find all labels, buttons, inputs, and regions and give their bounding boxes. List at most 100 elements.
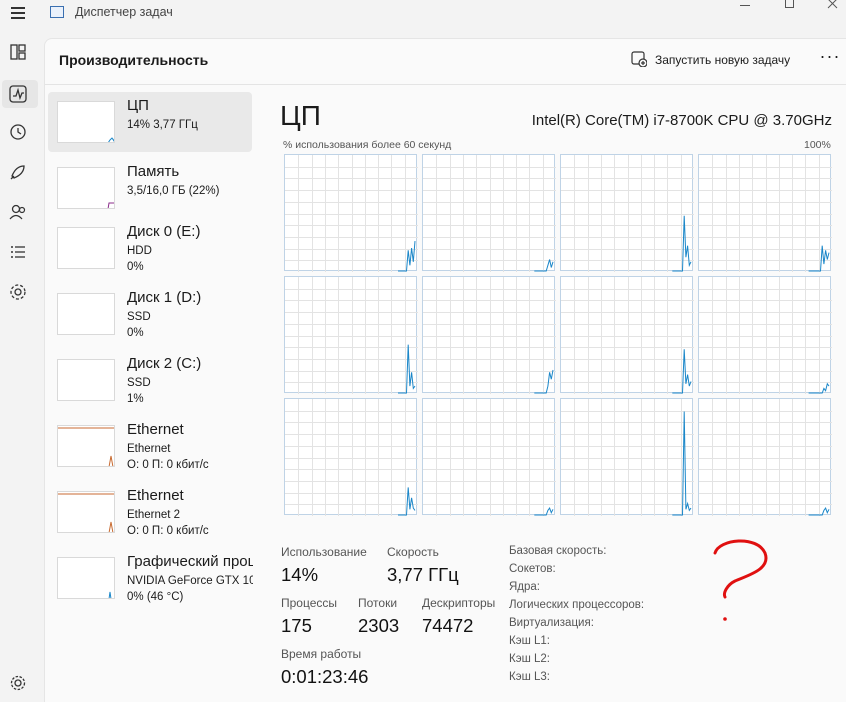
resource-item[interactable]: Диск 2 (C:) SSD 1% xyxy=(48,350,252,410)
threads-value: 2303 xyxy=(358,615,400,636)
cpu-core-graph xyxy=(422,154,556,272)
window-title: Диспетчер задач xyxy=(75,5,173,19)
base-speed-label: Базовая скорость: xyxy=(509,545,607,557)
handles-value: 74472 xyxy=(422,615,474,636)
more-icon: ··· xyxy=(819,46,841,66)
resource-thumbnail-graph xyxy=(57,293,115,335)
nav-users[interactable] xyxy=(8,202,28,222)
resource-name: Ethernet xyxy=(127,421,184,438)
resource-detail: 3,5/16,0 ГБ (22%) xyxy=(127,185,220,197)
speed-value: 3,77 ГГц xyxy=(387,564,459,585)
resource-thumbnail-graph xyxy=(57,557,115,599)
menu-icon[interactable] xyxy=(8,2,30,24)
resource-detail: SSD xyxy=(127,311,151,323)
nav-processes[interactable] xyxy=(8,42,28,62)
page-title: Производительность xyxy=(59,52,209,68)
resource-detail: HDD xyxy=(127,245,152,257)
resource-item[interactable]: Память 3,5/16,0 ГБ (22%) xyxy=(48,158,252,218)
uptime-label: Время работы xyxy=(281,647,362,661)
resource-thumbnail-graph xyxy=(57,491,115,533)
resource-thumbnail-graph xyxy=(57,167,115,209)
speed-label: Скорость xyxy=(387,545,439,559)
minimize-button[interactable] xyxy=(730,0,760,14)
resource-item[interactable]: ЦП 14% 3,77 ГГц xyxy=(48,92,252,152)
cpu-core-graph xyxy=(560,398,694,516)
cpu-core-graph xyxy=(284,398,418,516)
resource-name: ЦП xyxy=(127,97,149,114)
close-button[interactable] xyxy=(818,0,846,14)
nav-performance[interactable] xyxy=(8,84,28,104)
processes-icon xyxy=(10,44,26,60)
l1-cache-label: Кэш L1: xyxy=(509,635,550,647)
threads-label: Потоки xyxy=(358,596,398,610)
resource-detail: 14% 3,77 ГГц xyxy=(127,119,198,131)
resource-value: 0% (46 °C) xyxy=(127,591,184,603)
minimize-icon xyxy=(740,5,750,6)
resource-value: 0% xyxy=(127,327,144,339)
cpu-core-graph xyxy=(560,154,694,272)
maximize-icon xyxy=(785,0,794,8)
resource-name: Память xyxy=(127,163,180,180)
cpu-title: ЦП xyxy=(280,100,321,131)
sockets-label: Сокетов: xyxy=(509,563,556,575)
l3-cache-label: Кэш L3: xyxy=(509,671,550,683)
run-new-task-label: Запустить новую задачу xyxy=(655,53,791,67)
nav-settings[interactable] xyxy=(8,673,28,693)
nav-app-history[interactable] xyxy=(8,122,28,142)
resource-name: Диск 0 (E:) xyxy=(127,223,201,240)
resource-name: Ethernet xyxy=(127,487,184,504)
resource-thumbnail-graph xyxy=(57,227,115,269)
resource-name: Диск 2 (C:) xyxy=(127,355,202,372)
resource-item[interactable]: Диск 1 (D:) SSD 0% xyxy=(48,284,252,344)
new-task-icon xyxy=(631,51,647,67)
cpu-core-graph xyxy=(698,398,832,516)
virtualization-label: Виртуализация: xyxy=(509,617,594,629)
resource-value: О: 0 П: 0 кбит/с xyxy=(127,525,209,537)
cores-label: Ядра: xyxy=(509,581,541,593)
logical-processors-label: Логических процессоров: xyxy=(509,599,645,611)
usage-value: 14% xyxy=(281,564,319,585)
processes-value: 175 xyxy=(281,615,312,636)
resource-name: Диск 1 (D:) xyxy=(127,289,202,306)
close-icon xyxy=(827,0,838,9)
resource-value: 0% xyxy=(127,261,144,273)
l2-cache-label: Кэш L2: xyxy=(509,653,550,665)
resource-detail: Ethernet xyxy=(127,443,171,455)
performance-icon xyxy=(9,85,27,103)
resource-item[interactable]: Графический процессор 0 NVIDIA GeForce GT… xyxy=(48,548,253,608)
resource-detail: NVIDIA GeForce GTX 1070 xyxy=(127,575,253,587)
handles-label: Дескрипторы xyxy=(422,596,496,610)
processes-label: Процессы xyxy=(281,596,338,610)
cpu-core-graph xyxy=(422,398,556,516)
nav-startup-apps[interactable] xyxy=(8,162,28,182)
nav-details[interactable] xyxy=(8,242,28,262)
task-manager-app-icon xyxy=(50,6,64,18)
uptime-value: 0:01:23:46 xyxy=(281,666,369,687)
title-bar: Диспетчер задач xyxy=(0,0,846,30)
cpu-core-graph xyxy=(698,276,832,394)
usage-label: Использование xyxy=(281,545,367,559)
resource-item[interactable]: Диск 0 (E:) HDD 0% xyxy=(48,218,252,278)
resource-item[interactable]: Ethernet Ethernet О: 0 П: 0 кбит/с xyxy=(48,416,252,476)
cpu-core-graph xyxy=(698,154,832,272)
resource-name: Графический процессор 0 xyxy=(127,553,253,570)
question-mark-annotation xyxy=(713,539,768,621)
services-icon xyxy=(10,284,26,300)
resource-detail: Ethernet 2 xyxy=(127,509,181,521)
more-options-button[interactable]: ··· xyxy=(818,46,842,69)
maximize-button[interactable] xyxy=(775,0,805,14)
cpu-core-graph xyxy=(422,276,556,394)
resource-thumbnail-graph xyxy=(57,101,115,143)
cpu-core-graph xyxy=(560,276,694,394)
nav-services[interactable] xyxy=(8,282,28,302)
graph-max-label: 100% xyxy=(804,139,831,151)
resource-value: О: 0 П: 0 кбит/с xyxy=(127,459,209,471)
startup-icon xyxy=(10,165,25,180)
cpu-model: Intel(R) Core(TM) i7-8700K CPU @ 3.70GHz xyxy=(531,112,832,129)
resource-value: 1% xyxy=(127,393,144,405)
cpu-core-graph xyxy=(284,154,418,272)
settings-icon xyxy=(10,675,26,691)
resource-item[interactable]: Ethernet Ethernet 2 О: 0 П: 0 кбит/с xyxy=(48,482,252,542)
header-divider xyxy=(45,84,846,85)
graph-caption: % использования более 60 секунд xyxy=(283,139,452,151)
